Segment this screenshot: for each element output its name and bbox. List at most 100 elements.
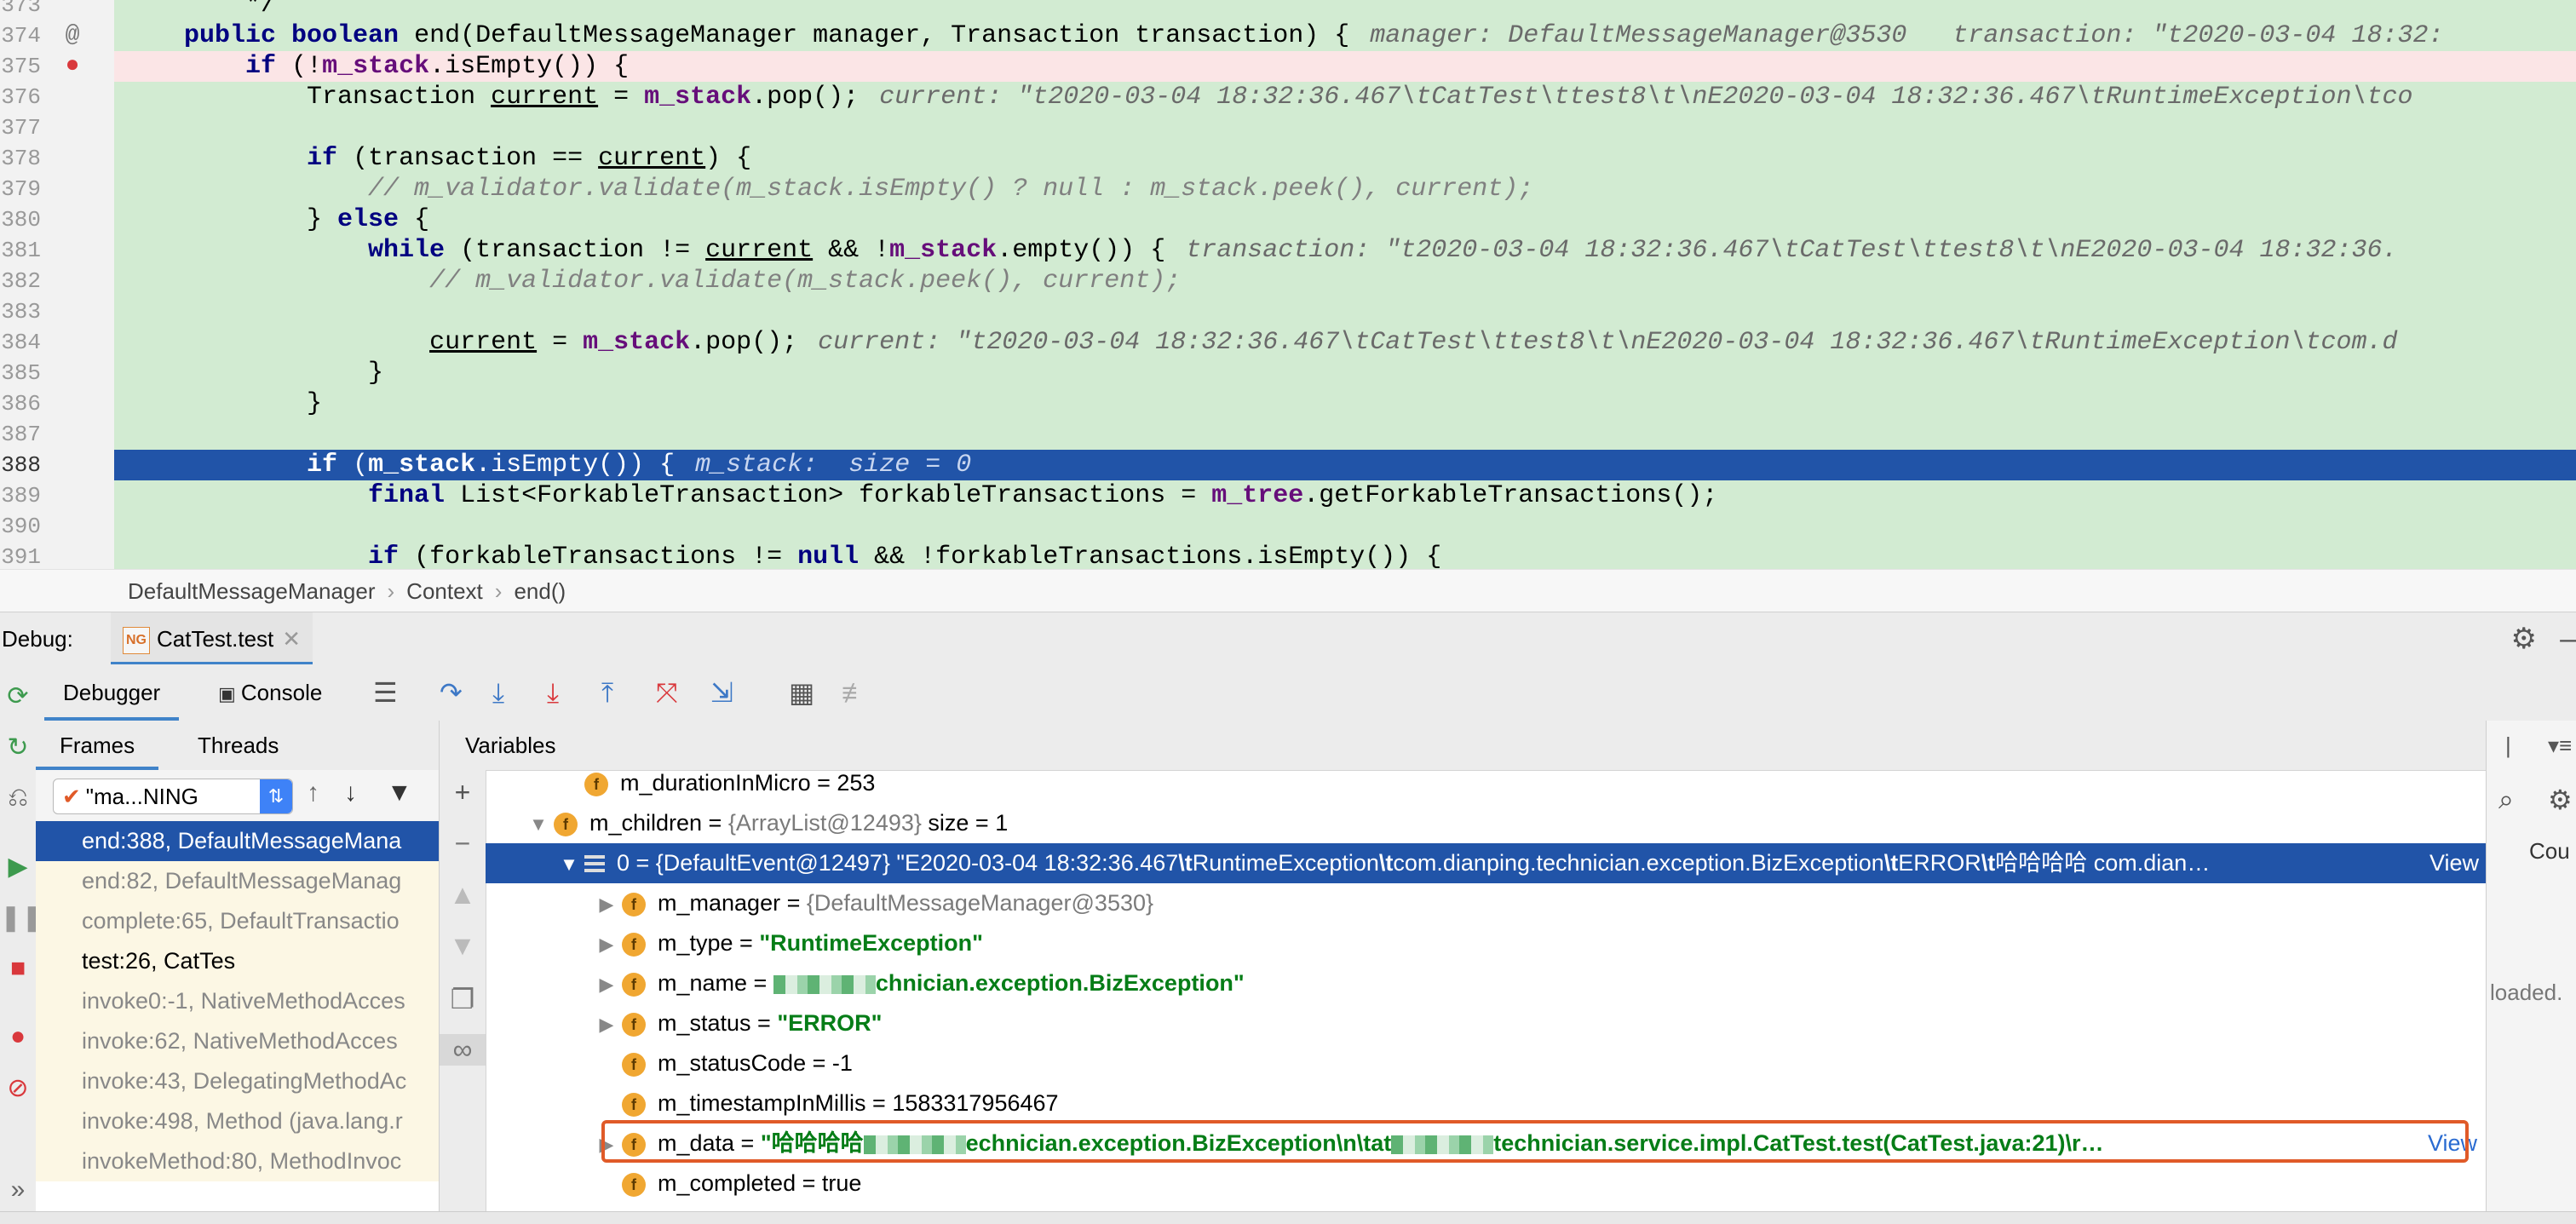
dropdown-icon[interactable]: ▾≡ bbox=[2548, 733, 2572, 759]
variable-row[interactable]: ▼ 0 = {DefaultEvent@12497} "E2020-03-04 1… bbox=[486, 843, 2486, 883]
code-line[interactable]: 381 while (transaction != current && !m_… bbox=[0, 235, 2576, 266]
line-number[interactable]: 376 bbox=[0, 82, 41, 112]
line-number[interactable]: 390 bbox=[0, 511, 41, 542]
step-out-icon[interactable]: ⤒ bbox=[601, 664, 613, 721]
line-number[interactable]: 377 bbox=[0, 112, 41, 143]
gear-icon[interactable]: ⚙ bbox=[2548, 784, 2573, 816]
code-editor[interactable]: 373 */374 @ public boolean end(DefaultMes… bbox=[0, 0, 2576, 569]
frame-item[interactable]: test:26, CatTes bbox=[36, 941, 439, 981]
view-breakpoints-icon[interactable]: ● bbox=[0, 1022, 36, 1051]
code-line[interactable]: 376 Transaction current = m_stack.pop();… bbox=[0, 82, 2576, 112]
run-to-cursor-icon[interactable]: ⇲ bbox=[710, 664, 733, 721]
menu-icon[interactable]: ☰ bbox=[373, 664, 398, 721]
code-line[interactable]: 377 bbox=[0, 112, 2576, 143]
variable-row[interactable]: ▶ f m_status = "ERROR" bbox=[591, 1003, 2486, 1043]
arrow-up-icon[interactable]: ↑ bbox=[307, 779, 319, 807]
frame-item[interactable]: end:82, DefaultMessageManag bbox=[36, 861, 439, 901]
variable-row[interactable]: f m_statusCode = -1 bbox=[591, 1043, 2486, 1083]
view-link[interactable]: View bbox=[2429, 843, 2479, 883]
show-execution-point-icon[interactable]: ↷ bbox=[440, 664, 463, 721]
code-line[interactable]: 389 final List<ForkableTransaction> fork… bbox=[0, 480, 2576, 511]
glasses-icon[interactable]: ∞ bbox=[440, 1034, 486, 1066]
breadcrumb-item-context[interactable]: Context bbox=[406, 578, 483, 604]
frame-item[interactable]: end:388, DefaultMessageMana bbox=[36, 821, 439, 861]
line-number[interactable]: 387 bbox=[0, 419, 41, 450]
stop-icon[interactable]: ■ bbox=[0, 954, 36, 983]
gear-icon[interactable]: ⚙ bbox=[2511, 612, 2537, 665]
expand-arrow-icon[interactable]: ▶ bbox=[591, 964, 622, 1003]
line-number[interactable]: 384 bbox=[0, 327, 41, 358]
frame-item[interactable]: invokeMethod:80, MethodInvoc bbox=[36, 1141, 439, 1181]
expand-arrow-icon[interactable]: ▶ bbox=[591, 1004, 622, 1043]
line-number[interactable]: 373 bbox=[0, 0, 41, 20]
override-icon[interactable]: @ bbox=[60, 20, 85, 51]
code-line[interactable]: 379 // m_validator.validate(m_stack.isEm… bbox=[0, 174, 2576, 204]
breakpoint-icon[interactable]: ● bbox=[60, 51, 85, 82]
line-number[interactable]: 379 bbox=[0, 174, 41, 204]
move-up-icon[interactable]: ▲ bbox=[440, 879, 486, 911]
line-number[interactable]: 381 bbox=[0, 235, 41, 266]
breadcrumb-item-method[interactable]: end() bbox=[514, 578, 566, 604]
line-number[interactable]: 389 bbox=[0, 480, 41, 511]
restore-layout-icon[interactable]: ⎌ bbox=[0, 784, 36, 813]
code-line[interactable]: 378 if (transaction == current) { bbox=[0, 143, 2576, 174]
plus-icon[interactable]: + bbox=[440, 777, 486, 808]
line-number[interactable]: 375 bbox=[0, 51, 41, 82]
trace-icon[interactable]: ≢ bbox=[842, 664, 869, 721]
line-number[interactable]: 385 bbox=[0, 358, 41, 388]
code-line[interactable]: 390 bbox=[0, 511, 2576, 542]
evaluate-expression-icon[interactable]: ▦ bbox=[789, 664, 814, 721]
line-number[interactable]: 386 bbox=[0, 388, 41, 419]
line-number[interactable]: 380 bbox=[0, 204, 41, 235]
step-over-icon[interactable]: ⤓ bbox=[492, 664, 504, 721]
copy-icon[interactable]: ❐ bbox=[440, 983, 486, 1015]
expand-arrow-icon[interactable]: ▼ bbox=[523, 804, 554, 843]
line-number[interactable]: 382 bbox=[0, 266, 41, 296]
expand-arrow-icon[interactable]: ▶ bbox=[591, 884, 622, 923]
variable-row[interactable]: f m_completed = true bbox=[591, 1164, 2486, 1204]
thread-select[interactable]: ✔ "ma...NING ⇅ bbox=[53, 779, 293, 814]
tab-frames[interactable]: Frames bbox=[36, 721, 159, 770]
close-icon[interactable]: ✕ bbox=[282, 626, 301, 652]
variable-row[interactable]: ▶ f m_manager = {DefaultMessageManager@353… bbox=[591, 883, 2486, 923]
code-line[interactable]: 383 bbox=[0, 296, 2576, 327]
filter-icon[interactable]: ▼ bbox=[387, 779, 412, 807]
line-number[interactable]: 378 bbox=[0, 143, 41, 174]
breadcrumb-item-class[interactable]: DefaultMessageManager bbox=[128, 578, 376, 604]
drop-frame-icon[interactable]: ⤧ bbox=[656, 664, 678, 721]
step-into-icon[interactable]: ⤓ bbox=[547, 664, 559, 721]
code-line[interactable]: 384 current = m_stack.pop(); current: "t2… bbox=[0, 327, 2576, 358]
code-line[interactable]: 374 @ public boolean end(DefaultMessageMa… bbox=[0, 20, 2576, 51]
variable-row[interactable]: f m_durationInMicro = 253 bbox=[554, 763, 2486, 803]
code-line[interactable]: 387 bbox=[0, 419, 2576, 450]
arrow-down-icon[interactable]: ↓ bbox=[344, 779, 357, 807]
tab-threads[interactable]: Threads bbox=[198, 721, 279, 770]
move-down-icon[interactable]: ▼ bbox=[440, 930, 486, 962]
expand-arrow-icon[interactable]: ▶ bbox=[591, 924, 622, 963]
chevron-updown-icon[interactable]: ⇅ bbox=[260, 779, 292, 813]
code-line[interactable]: 373 */ bbox=[0, 0, 2576, 20]
frame-item[interactable]: complete:65, DefaultTransactio bbox=[36, 901, 439, 941]
frame-item[interactable]: invoke:498, Method (java.lang.r bbox=[36, 1101, 439, 1141]
frame-item[interactable]: invoke:62, NativeMethodAcces bbox=[36, 1021, 439, 1061]
code-line[interactable]: 382 // m_validator.validate(m_stack.peek… bbox=[0, 266, 2576, 296]
code-line[interactable]: 385 } bbox=[0, 358, 2576, 388]
rerun-icon[interactable]: ⟳ bbox=[0, 681, 36, 711]
code-line[interactable]: 388 if (m_stack.isEmpty()) {m_stack: siz… bbox=[0, 450, 2576, 480]
mute-breakpoints-icon[interactable]: ⊘ bbox=[0, 1073, 36, 1103]
expand-icon[interactable]: » bbox=[0, 1175, 36, 1204]
code-line[interactable]: 375 ● if (!m_stack.isEmpty()) { bbox=[0, 51, 2576, 82]
variable-row[interactable]: ▶ f m_name = chnician.exception.BizExcepti… bbox=[591, 963, 2486, 1003]
frame-item[interactable]: invoke0:-1, NativeMethodAcces bbox=[36, 981, 439, 1021]
tab-debugger[interactable]: Debugger bbox=[44, 664, 180, 721]
line-number[interactable]: 374 bbox=[0, 20, 41, 51]
line-number[interactable]: 388 bbox=[0, 450, 41, 480]
rerun-failed-icon[interactable]: ↻ bbox=[0, 733, 36, 762]
expand-arrow-icon[interactable]: ▼ bbox=[554, 844, 584, 883]
frame-item[interactable]: invoke:43, DelegatingMethodAc bbox=[36, 1061, 439, 1101]
variable-row[interactable]: ▶ f m_type = "RuntimeException" bbox=[591, 923, 2486, 963]
line-number[interactable]: 383 bbox=[0, 296, 41, 327]
minus-icon[interactable]: − bbox=[440, 828, 486, 859]
line-number[interactable]: 391 bbox=[0, 542, 41, 569]
minimize-icon[interactable]: – bbox=[2560, 612, 2576, 665]
